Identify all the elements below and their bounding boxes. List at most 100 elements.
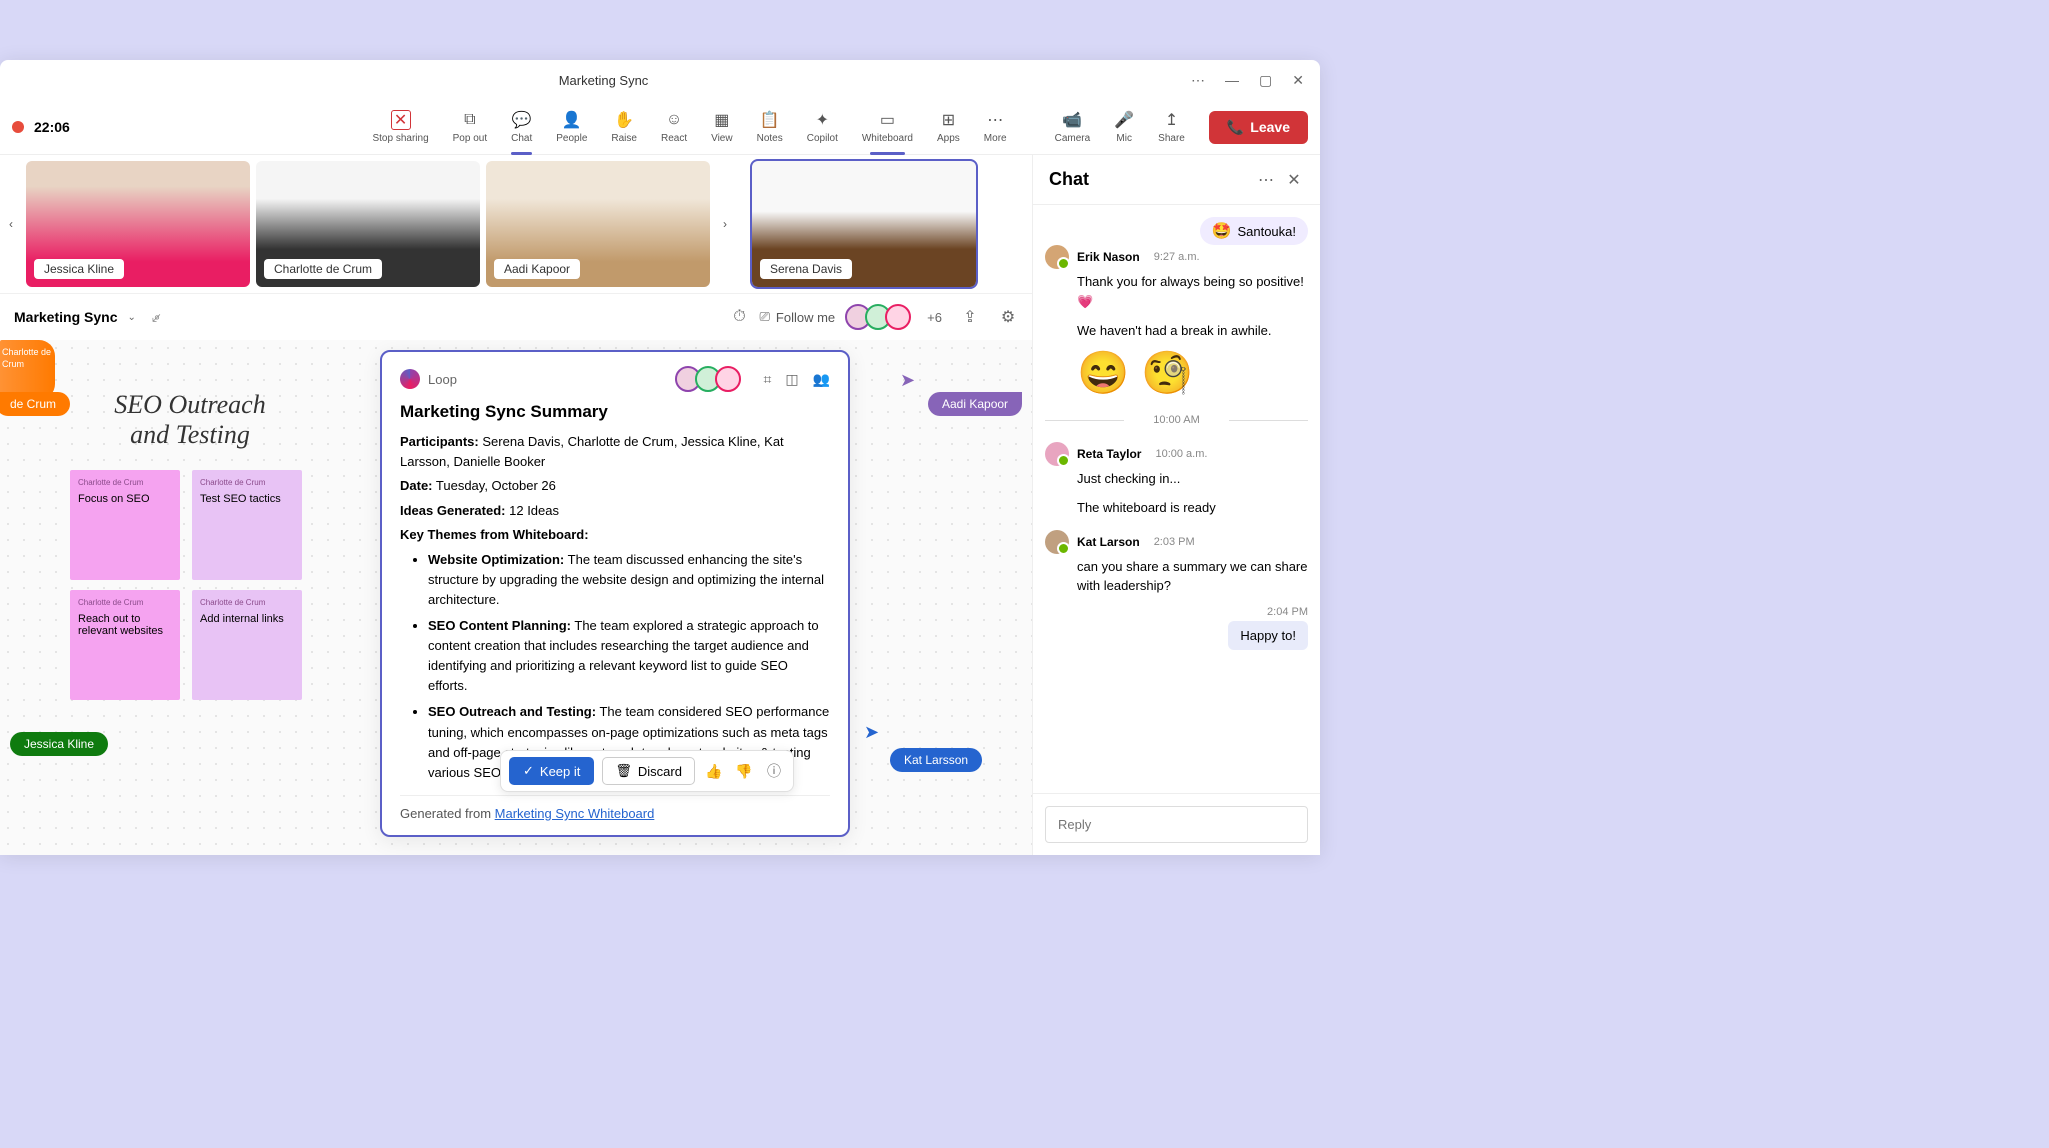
sticky-note[interactable]: Charlotte de Crum Focus on SEO xyxy=(70,470,180,580)
popout-button[interactable]: ⧉ Pop out xyxy=(443,106,497,148)
mic-icon: 🎤 xyxy=(1114,110,1134,130)
timer-icon[interactable]: ⏱ xyxy=(730,307,750,327)
share-button[interactable]: ↥ Share xyxy=(1148,106,1195,148)
apps-icon: ⊞ xyxy=(938,110,958,130)
whiteboard-heading: SEO Outreach and Testing xyxy=(100,390,280,450)
timer: 22:06 xyxy=(34,119,70,135)
cursor-tag: Kat Larsson xyxy=(890,748,982,772)
view-button[interactable]: ▦ View xyxy=(701,106,743,148)
camera-button[interactable]: 📹 Camera xyxy=(1045,106,1101,148)
stop-icon: ✕ xyxy=(391,110,411,130)
doc-title[interactable]: Marketing Sync xyxy=(14,309,117,325)
cursor-tag: de Crum xyxy=(0,392,70,416)
trash-icon: 🗑 xyxy=(615,763,632,779)
whiteboard-canvas[interactable]: SEO Outreach and Testing Charlotte de Cr… xyxy=(0,340,1032,855)
video-tile-active[interactable]: Serena Davis xyxy=(752,161,976,287)
copilot-icon: ✦ xyxy=(812,110,832,130)
react-button[interactable]: ☺ React xyxy=(651,106,697,148)
raise-hand-icon: ✋ xyxy=(614,110,634,130)
chat-message: Erik Nason 9:27 a.m. Thank you for alway… xyxy=(1045,245,1308,398)
popout-icon: ⧉ xyxy=(460,110,480,130)
whiteboard-button[interactable]: ▭ Whiteboard xyxy=(852,106,923,148)
video-strip: ‹ Jessica Kline Charlotte de Crum Aadi K… xyxy=(0,155,1032,293)
react-icon: ☺ xyxy=(664,110,684,130)
more-count[interactable]: +6 xyxy=(927,310,942,325)
more-button[interactable]: ⋯ More xyxy=(974,106,1017,148)
participant-name: Charlotte de Crum xyxy=(264,259,382,279)
video-tile[interactable]: Charlotte de Crum xyxy=(256,161,480,287)
prev-arrow-icon[interactable]: ‹ xyxy=(2,204,20,244)
cursor-icon: ➤ xyxy=(900,370,915,391)
cursor-tag: Aadi Kapoor xyxy=(928,392,1022,416)
self-message: 2:04 PM Happy to! xyxy=(1228,606,1308,650)
apps-button[interactable]: ⊞ Apps xyxy=(927,106,970,148)
recording-icon xyxy=(12,121,24,133)
avatar-stack[interactable] xyxy=(851,304,911,330)
notes-icon: 📋 xyxy=(760,110,780,130)
action-bar: ✓ Keep it 🗑 Discard 👍 👎 ⓘ xyxy=(500,750,794,792)
participant-name: Jessica Kline xyxy=(34,259,124,279)
participant-name: Serena Davis xyxy=(760,259,852,279)
share-icon: ↥ xyxy=(1162,110,1182,130)
close-icon[interactable]: ✕ xyxy=(1292,72,1304,89)
copilot-button[interactable]: ✦ Copilot xyxy=(797,106,848,148)
info-icon[interactable]: ⓘ xyxy=(763,760,785,782)
thumbs-down-icon[interactable]: 👎 xyxy=(733,760,755,782)
toolbar: 22:06 ✕ Stop sharing ⧉ Pop out 💬 Chat 👤 … xyxy=(0,100,1320,155)
phone-icon: 📞 xyxy=(1227,119,1244,136)
starstruck-icon: 🤩 xyxy=(1212,221,1232,241)
chat-more-icon[interactable]: ⋯ xyxy=(1256,170,1276,190)
raise-button[interactable]: ✋ Raise xyxy=(601,106,647,148)
cursor-icon: ➤ xyxy=(864,722,879,743)
discard-button[interactable]: 🗑 Discard xyxy=(602,757,695,785)
component-icon[interactable]: ◫ xyxy=(785,371,798,388)
tag-icon[interactable]: ⬰ xyxy=(146,307,166,327)
reply-box xyxy=(1033,793,1320,855)
people-icon: 👤 xyxy=(562,110,582,130)
source-link[interactable]: Marketing Sync Whiteboard xyxy=(495,806,655,821)
window-title: Marketing Sync xyxy=(16,73,1191,88)
loop-label: Loop xyxy=(428,372,457,387)
sticky-note[interactable]: Charlotte de Crum Reach out to relevant … xyxy=(70,590,180,700)
video-tile[interactable]: Aadi Kapoor xyxy=(486,161,710,287)
settings-icon[interactable]: ⚙ xyxy=(998,307,1018,327)
app-window: Marketing Sync ⋯ — ▢ ✕ 22:06 ✕ Stop shar… xyxy=(0,60,1320,855)
chat-close-icon[interactable]: ✕ xyxy=(1284,170,1304,190)
thumbs-up-icon[interactable]: 👍 xyxy=(703,760,725,782)
minimize-icon[interactable]: — xyxy=(1225,72,1239,89)
monocle-emoji-icon[interactable]: 🧐 xyxy=(1141,349,1193,398)
chat-icon: 💬 xyxy=(512,110,532,130)
avatar xyxy=(885,304,911,330)
mic-button[interactable]: 🎤 Mic xyxy=(1104,106,1144,148)
cursor-tag: Jessica Kline xyxy=(10,732,108,756)
whiteboard-icon: ▭ xyxy=(877,110,897,130)
check-icon: ✓ xyxy=(523,763,534,779)
video-tile[interactable]: Jessica Kline xyxy=(26,161,250,287)
view-icon: ▦ xyxy=(712,110,732,130)
people-button[interactable]: 👤 People xyxy=(546,106,597,148)
chat-button[interactable]: 💬 Chat xyxy=(501,106,542,148)
share-out-icon[interactable]: ⇪ xyxy=(960,307,980,327)
stop-sharing-button[interactable]: ✕ Stop sharing xyxy=(362,106,438,148)
share-people-icon[interactable]: 👥 xyxy=(813,371,830,388)
notes-button[interactable]: 📋 Notes xyxy=(747,106,793,148)
laugh-emoji-icon[interactable]: 😄 xyxy=(1077,349,1129,398)
themes-list: Website Optimization: The team discussed… xyxy=(428,550,830,784)
more-icon[interactable]: ⋯ xyxy=(1191,72,1205,89)
chat-title: Chat xyxy=(1049,169,1089,190)
time-separator: 10:00 AM xyxy=(1045,414,1308,426)
sticky-note[interactable]: Charlotte de Crum Test SEO tactics xyxy=(192,470,302,580)
screen-icon: ⎚ xyxy=(760,309,770,325)
reply-input[interactable] xyxy=(1045,806,1308,843)
keep-button[interactable]: ✓ Keep it xyxy=(509,757,594,785)
sticky-edge[interactable]: Charlotte de Crum xyxy=(0,340,55,400)
reaction-pill[interactable]: 🤩 Santouka! xyxy=(1200,217,1308,245)
leave-button[interactable]: 📞 Leave xyxy=(1209,111,1308,144)
maximize-icon[interactable]: ▢ xyxy=(1259,72,1272,89)
sticky-note[interactable]: Charlotte de Crum Add internal links xyxy=(192,590,302,700)
avatar xyxy=(715,366,741,392)
next-arrow-icon[interactable]: › xyxy=(716,204,734,244)
chevron-down-icon[interactable]: ⌄ xyxy=(127,312,135,323)
follow-me-button[interactable]: ⎚ Follow me xyxy=(760,309,836,325)
grid-icon[interactable]: ⌗ xyxy=(763,371,771,388)
